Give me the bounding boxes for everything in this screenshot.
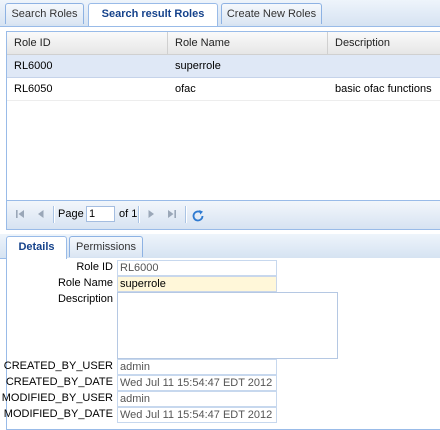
- toolbar-separator: [185, 206, 187, 223]
- last-page-icon[interactable]: [164, 206, 180, 222]
- tab-search-roles[interactable]: Search Roles: [5, 3, 84, 24]
- role-id-label: Role ID: [76, 261, 113, 273]
- table-row[interactable]: RL6050 ofac basic ofac functions: [7, 78, 440, 101]
- column-header-description[interactable]: Description: [328, 32, 440, 54]
- role-name-label: Role Name: [57, 277, 113, 289]
- role-details-form: Role ID RL6000 Role Name superrole Descr…: [2, 258, 440, 430]
- cell-description: [328, 55, 440, 77]
- column-header-role-name[interactable]: Role Name: [168, 32, 328, 54]
- table-row[interactable]: RL6000 superrole: [7, 55, 440, 78]
- top-tab-bar: Search Roles Search result Roles Create …: [0, 0, 440, 27]
- first-page-icon[interactable]: [12, 206, 28, 222]
- tab-details[interactable]: Details: [6, 236, 67, 259]
- description-textarea[interactable]: [117, 292, 338, 359]
- roles-grid: Role ID Role Name Description RL6000 sup…: [6, 31, 440, 230]
- cell-description: basic ofac functions: [335, 83, 432, 95]
- created-by-date-label: CREATED_BY_DATE: [5, 376, 113, 388]
- toolbar-separator: [53, 206, 55, 223]
- modified-by-user-field[interactable]: admin: [117, 391, 277, 407]
- role-name-field[interactable]: superrole: [117, 276, 277, 292]
- page-label: Page: [58, 208, 84, 220]
- refresh-icon[interactable]: [190, 206, 206, 222]
- created-by-user-field[interactable]: admin: [117, 359, 277, 375]
- tab-permissions[interactable]: Permissions: [69, 236, 143, 257]
- modified-by-date-field[interactable]: Wed Jul 11 15:54:47 EDT 2012: [117, 407, 277, 423]
- prev-page-icon[interactable]: [33, 206, 49, 222]
- created-by-user-label: CREATED_BY_USER: [3, 360, 113, 372]
- created-by-date-field[interactable]: Wed Jul 11 15:54:47 EDT 2012: [117, 375, 277, 391]
- column-header-role-id[interactable]: Role ID: [7, 32, 168, 54]
- cell-role-id: RL6050: [14, 83, 53, 95]
- paging-toolbar: Page of 1: [7, 200, 440, 229]
- role-id-field[interactable]: RL6000: [117, 260, 277, 276]
- tab-search-result-roles[interactable]: Search result Roles: [88, 3, 218, 26]
- detail-tab-bar: Details Permissions: [0, 234, 440, 259]
- cell-role-name: superrole: [175, 60, 221, 72]
- page-count-label: of 1: [119, 208, 138, 220]
- next-page-icon[interactable]: [143, 206, 159, 222]
- cell-role-name: ofac: [175, 83, 196, 95]
- grid-header: Role ID Role Name Description: [7, 32, 440, 55]
- toolbar-separator: [138, 206, 140, 223]
- modified-by-user-label: MODIFIED_BY_USER: [1, 392, 113, 404]
- page-number-input[interactable]: [86, 206, 115, 222]
- tab-create-new-roles[interactable]: Create New Roles: [221, 3, 322, 24]
- modified-by-date-label: MODIFIED_BY_DATE: [3, 408, 113, 420]
- cell-role-id: RL6000: [14, 60, 53, 72]
- description-label: Description: [57, 293, 113, 305]
